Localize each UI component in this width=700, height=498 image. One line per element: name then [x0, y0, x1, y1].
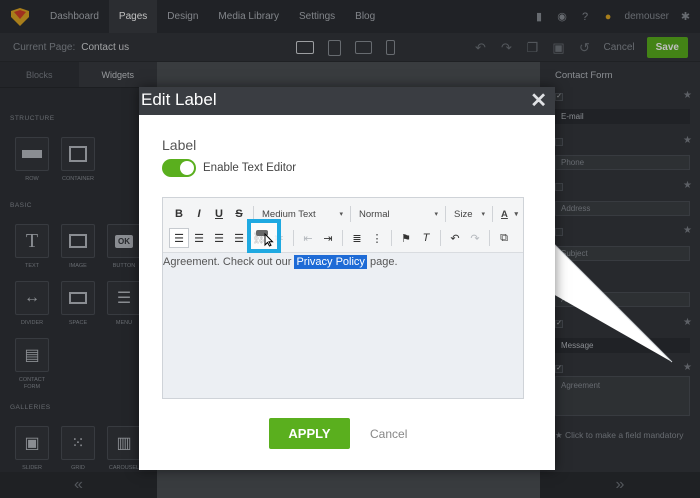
clear-format-icon[interactable]: T [416, 228, 436, 248]
chevron-down-icon: ▾ [514, 211, 518, 218]
indent-icon[interactable]: ⇥ [318, 228, 338, 248]
align-left-icon[interactable]: ☰ [169, 228, 189, 248]
chevron-down-icon: ▾ [434, 211, 438, 218]
label-heading: Label [162, 137, 197, 153]
undo-icon[interactable]: ↶ [445, 228, 465, 248]
chevron-down-icon: ▾ [481, 211, 485, 218]
underline-button[interactable]: U [209, 204, 229, 224]
apply-button[interactable]: APPLY [269, 418, 350, 449]
dialog-title: Edit Label [141, 90, 217, 109]
bullet-list-icon[interactable]: ⋮ [367, 228, 387, 248]
italic-button[interactable]: I [189, 204, 209, 224]
selected-link-text[interactable]: Privacy Policy [294, 255, 367, 269]
dialog-cancel-button[interactable]: Cancel [370, 427, 407, 441]
content-text-before: Agreement. Check out our [163, 256, 295, 268]
text-editor-toggle[interactable] [162, 159, 196, 177]
numbered-list-icon[interactable]: ≣ [347, 228, 367, 248]
flag-icon[interactable]: ⚑ [396, 228, 416, 248]
edit-label-dialog: Edit Label ✕ Label Enable Text Editor B … [139, 87, 555, 470]
close-icon[interactable]: ✕ [530, 88, 547, 113]
align-center-icon[interactable]: ☰ [189, 228, 209, 248]
editor-toolbar: B I U S Medium Text ▾ Normal ▾ Size ▾ A ▾ ☰ … [163, 198, 523, 253]
bold-button[interactable]: B [169, 204, 189, 224]
redo-icon[interactable]: ↷ [465, 228, 485, 248]
outdent-icon[interactable]: ⇤ [298, 228, 318, 248]
size-dropdown[interactable]: Size ▾ [450, 204, 488, 224]
source-icon[interactable]: ⧉ [494, 228, 514, 248]
text-color-dropdown[interactable]: A ▾ [497, 204, 521, 224]
align-right-icon[interactable]: ☰ [209, 228, 229, 248]
justify-icon[interactable]: ☰ [229, 228, 249, 248]
chevron-down-icon: ▾ [339, 211, 343, 218]
strike-button[interactable]: S [229, 204, 249, 224]
editor-content[interactable]: Agreement. Check out our Privacy Policy … [163, 253, 523, 398]
style-dropdown[interactable]: Normal ▾ [355, 204, 441, 224]
dialog-header: Edit Label ✕ [139, 87, 555, 115]
toggle-label: Enable Text Editor [203, 162, 297, 174]
content-text-after: page. [366, 256, 398, 268]
cursor-icon [256, 230, 274, 247]
rich-text-editor: B I U S Medium Text ▾ Normal ▾ Size ▾ A ▾ ☰ … [162, 197, 524, 399]
link-button-highlight[interactable] [247, 219, 281, 253]
